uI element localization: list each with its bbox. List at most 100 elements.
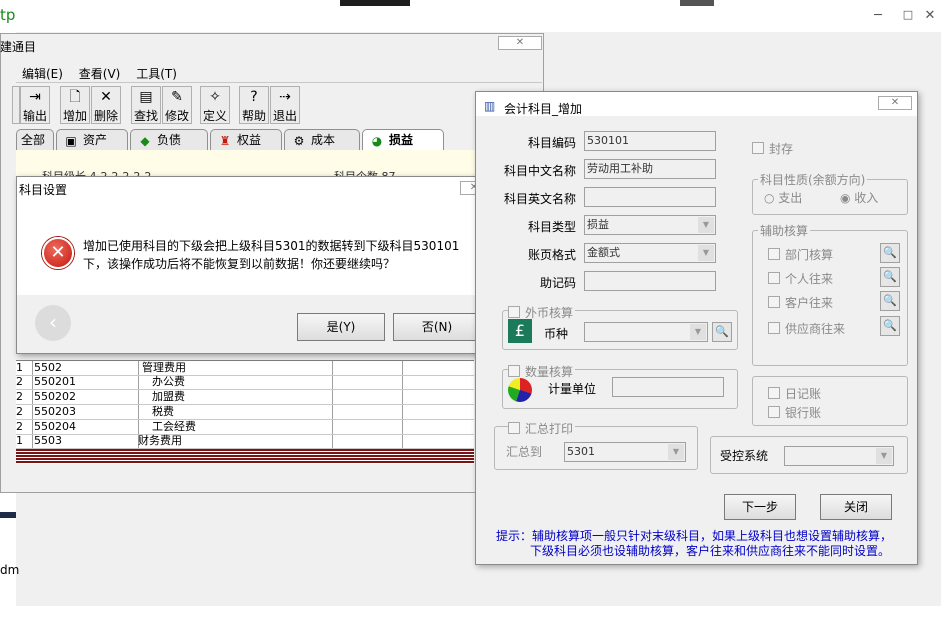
main-window-title: 建通目 <box>0 40 37 54</box>
account-grid: 1 5502 管理费用 2 550201 办公费 2 550202 加盟费 2 550203 税… <box>16 360 474 449</box>
tp-fragment: tp <box>0 6 18 24</box>
aux-personal-search-icon[interactable]: 🔍 <box>880 267 900 287</box>
nature-credit-radio[interactable]: ◉ 收入 <box>840 189 878 206</box>
aux-supplier-checkbox[interactable]: 供应商往来 <box>768 320 845 337</box>
account-book-icon: ▥ <box>484 99 496 113</box>
tab-cost[interactable]: ⚙ 成本 <box>284 129 360 150</box>
aux-customer-checkbox[interactable]: 客户往来 <box>768 294 833 311</box>
code-field[interactable]: 530101 <box>584 131 716 151</box>
toolbar-export-button[interactable]: ⇥ 输出 <box>20 86 50 124</box>
background-window-bottom <box>0 606 941 624</box>
info-strip: 科目级长 4-2-2-2-2-2 科目个数 87 <box>16 150 542 176</box>
page-format-label: 账页格式 <box>527 248 576 262</box>
en-name-label: 科目英文名称 <box>503 192 576 206</box>
nature-debit-radio[interactable]: ○ 支出 <box>764 189 802 206</box>
menu-view[interactable]: 查看(V) <box>73 63 127 84</box>
tab-all[interactable]: 全部 <box>16 129 54 150</box>
assets-icon: ▣ <box>65 133 77 148</box>
menu-edit[interactable]: 编辑(E) <box>16 63 69 84</box>
left-dark-bar <box>0 512 16 518</box>
next-button[interactable]: 下一步 <box>724 494 796 520</box>
menu-bar: 编辑(E) 查看(V) 工具(T) <box>16 63 542 83</box>
category-tabs: 全部 ▣ 资产 ◆ 负债 ♜ 权益 ⚙ 成本 ◕ 损益 <box>16 128 542 150</box>
toolbar-edit-button[interactable]: ✎ 修改 <box>162 86 192 124</box>
nature-group-title: 科目性质(余额方向) <box>758 171 868 188</box>
table-row[interactable]: 2 550201 办公费 <box>16 375 474 390</box>
tab-profit-loss[interactable]: ◕ 损益 <box>362 129 444 150</box>
toolbar-define-button[interactable]: ✧ 定义 <box>200 86 230 124</box>
tab-equity[interactable]: ♜ 权益 <box>210 129 282 150</box>
toolbar-add-button[interactable]: 🗋 增加 <box>60 86 90 124</box>
confirm-dialog: 科目设置 ✕ ✕ 增加已使用科目的下级会把上级科目5301的数据转到下级科目53… <box>16 176 497 354</box>
radio-on-icon: ◉ <box>840 191 855 205</box>
tab-assets[interactable]: ▣ 资产 <box>56 129 128 150</box>
confirm-dialog-titlebar: 科目设置 ✕ <box>17 177 496 201</box>
mnemonic-label: 助记码 <box>539 276 576 290</box>
level-label: 科目级长 4-2-2-2-2-2 <box>42 168 151 176</box>
main-window-close-icon[interactable]: ✕ <box>498 36 542 50</box>
hint-line-1: 提示：辅助核算项一般只针对末级科目，如果上级科目也想设置辅助核算， <box>496 529 893 543</box>
aux-personal-checkbox[interactable]: 个人往来 <box>768 270 833 287</box>
seal-checkbox[interactable]: 封存 <box>752 140 793 157</box>
controlled-select[interactable] <box>784 446 894 466</box>
no-button[interactable]: 否(N) <box>393 313 481 341</box>
liabilities-icon: ◆ <box>140 133 150 148</box>
unit-label: 计量单位 <box>548 382 597 396</box>
journal-checkbox[interactable]: 日记账 <box>768 385 821 402</box>
profit-loss-icon: ◕ <box>371 133 383 148</box>
toolbar-exit-button[interactable]: ⇢ 退出 <box>270 86 300 124</box>
toolbar-find-button[interactable]: ▤ 查找 <box>131 86 161 124</box>
mnemonic-field[interactable] <box>584 271 716 291</box>
account-dialog-close-icon[interactable]: ✕ <box>878 96 912 110</box>
pie-icon <box>508 378 532 402</box>
account-add-dialog: ▥ 会计科目_增加 ✕ 科目编码 530101 科目中文名称 劳动用工补助 科目… <box>475 91 918 565</box>
outer-minimize-icon[interactable]: ─ <box>868 8 888 23</box>
table-row[interactable]: 2 550203 税费 <box>16 405 474 420</box>
equity-icon: ♜ <box>219 133 231 148</box>
yes-button[interactable]: 是(Y) <box>297 313 385 341</box>
add-icon: 🗋 <box>69 89 81 105</box>
close-button[interactable]: 关闭 <box>820 494 892 520</box>
code-label: 科目编码 <box>527 136 576 150</box>
currency-select[interactable] <box>584 322 708 342</box>
summary-to-select[interactable]: 5301 <box>564 442 686 462</box>
page-format-select[interactable]: 金额式 <box>584 243 716 263</box>
toolbar-delete-button[interactable]: ✕ 删除 <box>91 86 121 124</box>
exit-icon: ⇢ <box>279 89 291 105</box>
bank-checkbox[interactable]: 银行账 <box>768 404 821 421</box>
toolbar-help-button[interactable]: ? 帮助 <box>239 86 269 124</box>
unit-field[interactable] <box>612 377 724 397</box>
left-fragment-dm: dm <box>0 563 20 577</box>
en-name-field[interactable] <box>584 187 716 207</box>
summary-checkbox[interactable]: 汇总打印 <box>508 420 576 437</box>
menu-tools[interactable]: 工具(T) <box>130 63 183 84</box>
find-icon: ▤ <box>139 89 153 105</box>
table-row[interactable]: 1 5503 财务费用 <box>16 434 474 449</box>
outer-maximize-icon[interactable]: □ <box>898 8 918 21</box>
cn-name-field[interactable]: 劳动用工补助 <box>584 159 716 179</box>
export-icon: ⇥ <box>29 89 41 105</box>
aux-supplier-search-icon[interactable]: 🔍 <box>880 316 900 336</box>
outer-close-icon[interactable]: ✕ <box>920 8 940 23</box>
edit-icon: ✎ <box>171 89 183 105</box>
aux-department-search-icon[interactable]: 🔍 <box>880 243 900 263</box>
aux-department-checkbox[interactable]: 部门核算 <box>768 246 833 263</box>
title-fragment <box>680 0 714 6</box>
back-arrow-icon[interactable]: ‹ <box>35 305 71 341</box>
count-label: 科目个数 87 <box>334 168 396 176</box>
summary-to-label: 汇总到 <box>506 445 543 459</box>
delete-icon: ✕ <box>100 89 112 105</box>
table-row[interactable]: 2 550202 加盟费 <box>16 390 474 405</box>
type-select[interactable]: 损益 <box>584 215 716 235</box>
table-footer-band <box>16 449 474 464</box>
table-row[interactable]: 1 5502 管理费用 <box>16 361 474 376</box>
currency-label: 币种 <box>544 327 569 341</box>
table-row[interactable]: 2 550204 工会经费 <box>16 420 474 435</box>
tab-liabilities[interactable]: ◆ 负债 <box>130 129 208 150</box>
cost-icon: ⚙ <box>293 133 305 148</box>
aux-group-title: 辅助核算 <box>758 222 811 239</box>
toolbar: ⇥ 输出 🗋 增加 ✕ 删除 ▤ 查找 ✎ 修改 ✧ 定义 ? 帮助 ⇢ 退出 <box>12 84 542 126</box>
aux-customer-search-icon[interactable]: 🔍 <box>880 291 900 311</box>
confirm-message-line2: 下，该操作成功后将不能恢复到以前数据！你还要继续吗？ <box>83 257 396 271</box>
currency-search-icon[interactable]: 🔍 <box>712 322 732 342</box>
